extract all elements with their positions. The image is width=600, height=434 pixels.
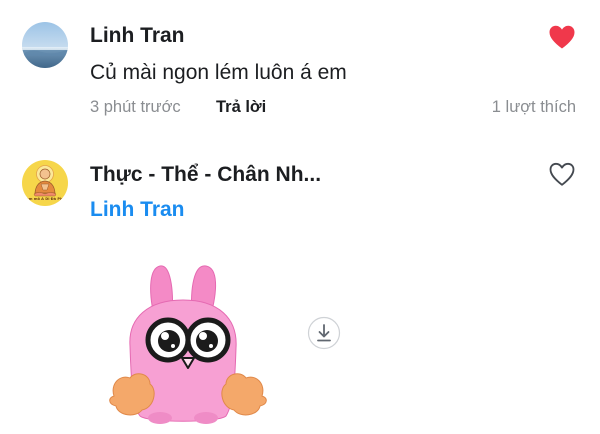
avatar-caption: Nam mô A Di Đà Phật xyxy=(23,197,67,201)
comment-author[interactable]: Linh Tran xyxy=(90,24,185,48)
comment-text: Củ mài ngon lém luôn á em xyxy=(90,61,347,84)
like-count[interactable]: 1 lượt thích xyxy=(492,98,576,117)
avatar-linh-tran[interactable] xyxy=(22,22,68,68)
comment-2: Nam mô A Di Đà Phật Thực - Thể - Chân Nh… xyxy=(0,140,600,434)
comment-timestamp: 3 phút trước xyxy=(90,98,181,116)
heart-filled-icon[interactable] xyxy=(548,24,576,50)
mention-link[interactable]: Linh Tran xyxy=(90,198,185,222)
avatar-thuc-the[interactable]: Nam mô A Di Đà Phật xyxy=(22,160,68,206)
avatar-photo-icon xyxy=(22,22,68,68)
comment-1: Linh Tran Củ mài ngon lém luôn á em 3 ph… xyxy=(0,0,600,130)
reply-button[interactable]: Trả lời xyxy=(216,98,266,117)
heart-outline-icon[interactable] xyxy=(548,161,576,187)
download-icon[interactable] xyxy=(307,316,341,350)
comment-author[interactable]: Thực - Thể - Chân Nh... xyxy=(90,163,321,187)
pink-bunny-sticker xyxy=(108,258,274,428)
